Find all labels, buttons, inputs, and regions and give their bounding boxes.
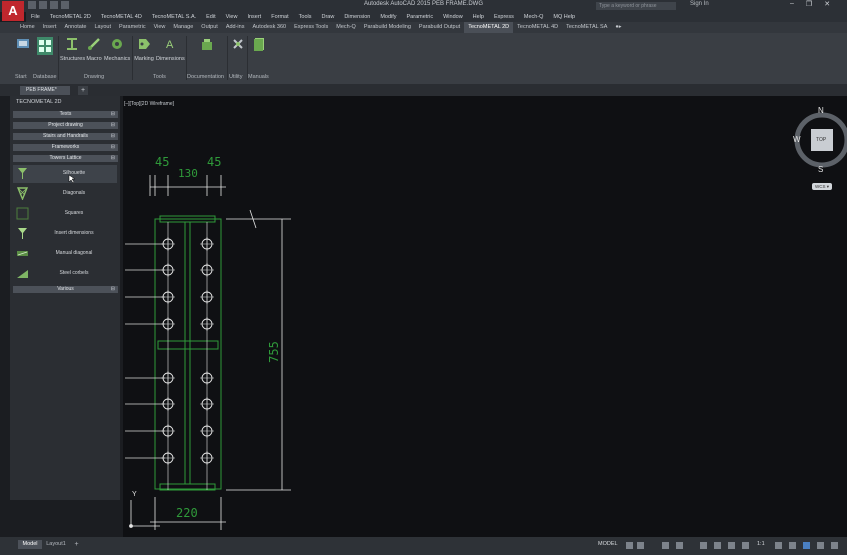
ucs-y-label: Y: [132, 491, 137, 498]
drawing-svg: [125, 112, 847, 530]
dimension-text-220: 220: [176, 506, 198, 520]
workspace-icon[interactable]: [775, 542, 782, 549]
ortho-icon[interactable]: [662, 542, 669, 549]
mouse-cursor-icon: [68, 174, 76, 184]
dimension-text-45-right: 45: [207, 155, 222, 169]
plate-outline: [154, 218, 222, 490]
mid-stiffener: [157, 340, 219, 350]
application-menu-button[interactable]: A: [2, 1, 24, 21]
hardware-accel-icon[interactable]: [817, 542, 824, 549]
customize-icon[interactable]: [831, 542, 838, 549]
annotation-icon[interactable]: [742, 542, 749, 549]
ucs-icon: [129, 500, 160, 528]
viewcube-west[interactable]: W: [793, 135, 801, 144]
annotation-scale[interactable]: 1:1: [757, 541, 765, 547]
dimension-text-755: 755: [266, 341, 281, 363]
viewcube-top-label[interactable]: TOP: [816, 137, 826, 143]
otrack-icon[interactable]: [714, 542, 721, 549]
tab-layout1[interactable]: Layout1: [44, 540, 68, 549]
model-space-indicator[interactable]: MODEL: [598, 541, 618, 547]
viewcube-south[interactable]: S: [818, 165, 823, 174]
grid-icon[interactable]: [626, 542, 633, 549]
isolate-icon[interactable]: [803, 542, 810, 549]
tab-model[interactable]: Model: [18, 540, 42, 549]
bolt-crosshairs: [161, 222, 214, 490]
snap-icon[interactable]: [637, 542, 644, 549]
wcs-label[interactable]: WCS ▾: [815, 184, 829, 190]
bolt-leaders: [125, 243, 165, 459]
plus-icon[interactable]: [789, 542, 796, 549]
polar-icon[interactable]: [676, 542, 683, 549]
lineweight-icon[interactable]: [728, 542, 735, 549]
dimension-text-45-left: 45: [155, 155, 170, 169]
viewcube[interactable]: [794, 112, 847, 190]
dimension-text-130: 130: [178, 167, 198, 180]
add-layout-button[interactable]: +: [72, 540, 81, 549]
viewcube-north[interactable]: N: [818, 106, 824, 115]
osnap-icon[interactable]: [700, 542, 707, 549]
